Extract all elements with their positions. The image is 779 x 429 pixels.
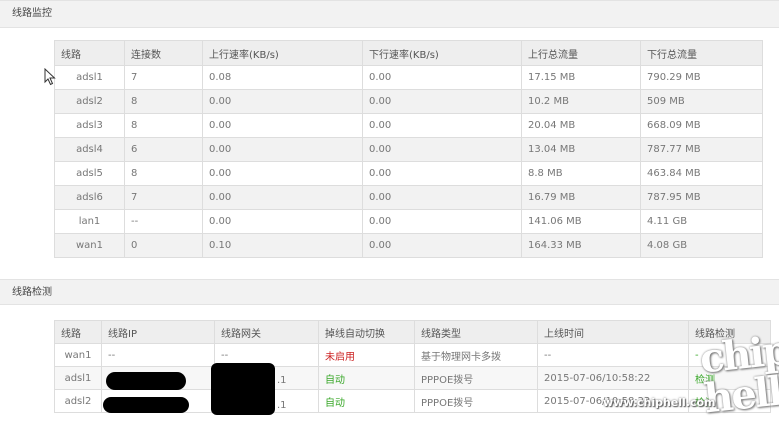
cell-line: adsl3: [54, 113, 125, 138]
col-download-total: 下行总流量: [640, 40, 763, 66]
line-monitor-table: 线路 连接数 上行速率(KB/s) 下行速率(KB/s) 上行总流量 下行总流量…: [54, 40, 763, 258]
col-upload-total: 上行总流量: [521, 40, 641, 66]
cell-line: wan1: [54, 343, 102, 367]
line-detect-header: 线路检测: [0, 279, 779, 305]
col-gateway: 线路网关: [214, 320, 319, 344]
mouse-cursor-icon: [44, 68, 56, 86]
col-line: 线路: [54, 40, 125, 66]
line-detect-title: 线路检测: [12, 287, 52, 298]
cell-line: adsl6: [54, 185, 125, 210]
cell-upload-total: 16.79 MB: [521, 185, 641, 210]
cell-upload-total: 20.04 MB: [521, 113, 641, 138]
redacted-gateway: [211, 363, 275, 415]
cell-download-total: 463.84 MB: [640, 161, 763, 186]
col-connections: 连接数: [124, 40, 203, 66]
cell-line: adsl1: [54, 366, 102, 390]
cell-connections: 7: [124, 185, 203, 210]
table-row: adsl3 8 0.00 0.00 20.04 MB 668.09 MB: [54, 113, 763, 138]
cell-line: wan1: [54, 233, 125, 258]
col-line-type: 线路类型: [414, 320, 538, 344]
cell-upload-rate: 0.00: [202, 209, 363, 234]
col-line: 线路: [54, 320, 102, 344]
cell-upload-rate: 0.00: [202, 113, 363, 138]
cell-download-rate: 0.00: [362, 137, 522, 162]
cell-download-total: 787.95 MB: [640, 185, 763, 210]
cell-download-total: 790.29 MB: [640, 65, 763, 90]
col-online-time: 上线时间: [537, 320, 689, 344]
redacted-ip-adsl2: [103, 397, 189, 413]
cell-connections: 0: [124, 233, 203, 258]
cell-download-rate: 0.00: [362, 209, 522, 234]
cell-line: lan1: [54, 209, 125, 234]
cell-line: adsl2: [54, 89, 125, 114]
line-monitor-title: 线路监控: [12, 8, 52, 19]
cell-connections: 8: [124, 161, 203, 186]
cell-upload-rate: 0.00: [202, 161, 363, 186]
cell-download-rate: 0.00: [362, 233, 522, 258]
cell-upload-rate: 0.00: [202, 137, 363, 162]
table-row: wan1 -- -- 未启用 基于物理网卡多拨 -- -: [54, 343, 771, 367]
cell-upload-rate: 0.10: [202, 233, 363, 258]
line-monitor-header: 线路监控: [0, 0, 779, 28]
table-row: adsl6 7 0.00 0.00 16.79 MB 787.95 MB: [54, 185, 763, 210]
gateway-suffix-adsl1: .1: [277, 375, 287, 386]
table-row: adsl2 8 0.00 0.00 10.2 MB 509 MB: [54, 89, 763, 114]
cell-download-total: 509 MB: [640, 89, 763, 114]
cell-upload-rate: 0.00: [202, 89, 363, 114]
col-line-ip: 线路IP: [101, 320, 215, 344]
cell-upload-rate: 0.08: [202, 65, 363, 90]
cell-download-rate: 0.00: [362, 161, 522, 186]
cell-upload-total: 10.2 MB: [521, 89, 641, 114]
cell-upload-total: 8.8 MB: [521, 161, 641, 186]
col-upload-rate: 上行速率(KB/s): [202, 40, 363, 66]
cell-upload-rate: 0.00: [202, 185, 363, 210]
table-row: wan1 0 0.10 0.00 164.33 MB 4.08 GB: [54, 233, 763, 258]
col-download-rate: 下行速率(KB/s): [362, 40, 522, 66]
cell-download-rate: 0.00: [362, 113, 522, 138]
cell-line: adsl4: [54, 137, 125, 162]
cell-download-total: 4.08 GB: [640, 233, 763, 258]
cell-line-type: PPPOE拨号: [414, 389, 538, 413]
cell-line-ip: --: [101, 343, 215, 367]
cell-line-type: PPPOE拨号: [414, 366, 538, 390]
cell-auto-switch: 自动: [318, 389, 415, 413]
cell-line-type: 基于物理网卡多拨: [414, 343, 538, 367]
table-row: adsl5 8 0.00 0.00 8.8 MB 463.84 MB: [54, 161, 763, 186]
cell-auto-switch: 未启用: [318, 343, 415, 367]
cell-download-rate: 0.00: [362, 185, 522, 210]
cell-download-total: 668.09 MB: [640, 113, 763, 138]
cell-download-rate: 0.00: [362, 65, 522, 90]
col-auto-switch: 掉线自动切换: [318, 320, 415, 344]
cell-download-total: 4.11 GB: [640, 209, 763, 234]
gateway-suffix-adsl2: .1: [277, 400, 287, 411]
cell-line: adsl2: [54, 389, 102, 413]
table-header-row: 线路 连接数 上行速率(KB/s) 下行速率(KB/s) 上行总流量 下行总流量: [54, 40, 763, 66]
table-row: adsl1 7 0.08 0.00 17.15 MB 790.29 MB: [54, 65, 763, 90]
cell-upload-total: 164.33 MB: [521, 233, 641, 258]
redacted-ip-adsl1: [106, 372, 186, 390]
cell-upload-total: 13.04 MB: [521, 137, 641, 162]
cell-download-total: 787.77 MB: [640, 137, 763, 162]
cell-online-time: 2015-07-06/10:58:22: [537, 366, 689, 390]
cell-upload-total: 141.06 MB: [521, 209, 641, 234]
cell-line: adsl1: [54, 65, 125, 90]
watermark-url: www.chiphell.com: [603, 396, 716, 409]
cell-online-time: --: [537, 343, 689, 367]
table-row: adsl4 6 0.00 0.00 13.04 MB 787.77 MB: [54, 137, 763, 162]
cell-connections: --: [124, 209, 203, 234]
cell-connections: 8: [124, 113, 203, 138]
cell-line: adsl5: [54, 161, 125, 186]
table-header-row: 线路 线路IP 线路网关 掉线自动切换 线路类型 上线时间 线路检测: [54, 320, 771, 344]
cell-connections: 8: [124, 89, 203, 114]
cell-connections: 6: [124, 137, 203, 162]
cell-connections: 7: [124, 65, 203, 90]
cell-download-rate: 0.00: [362, 89, 522, 114]
table-row: lan1 -- 0.00 0.00 141.06 MB 4.11 GB: [54, 209, 763, 234]
cell-upload-total: 17.15 MB: [521, 65, 641, 90]
cell-auto-switch: 自动: [318, 366, 415, 390]
